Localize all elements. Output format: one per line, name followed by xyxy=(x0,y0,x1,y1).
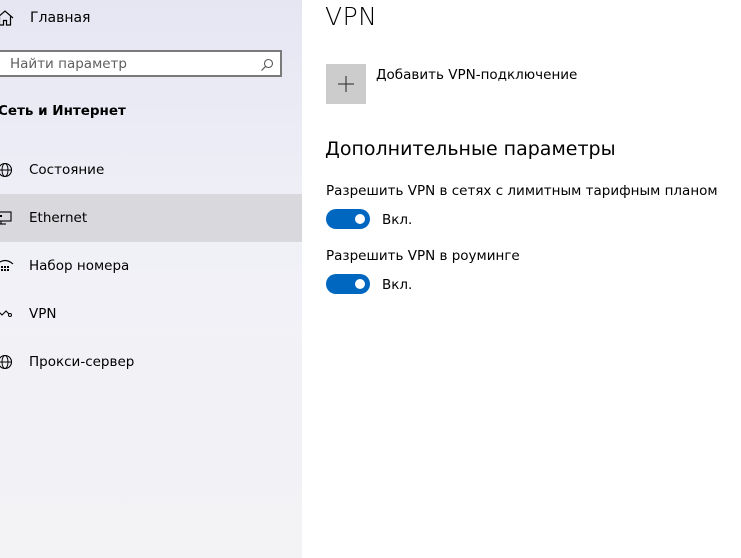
sidebar-item-ethernet[interactable]: Ethernet xyxy=(0,194,302,242)
roaming-toggle[interactable] xyxy=(326,274,370,294)
roaming-setting-label: Разрешить VPN в роуминге xyxy=(326,248,520,264)
advanced-options-title: Дополнительные параметры xyxy=(325,138,616,160)
search-box[interactable] xyxy=(0,50,282,77)
toggle-knob xyxy=(355,279,365,289)
sidebar-item-label: Набор номера xyxy=(29,258,130,274)
metered-setting-label: Разрешить VPN в сетях с лимитным тарифны… xyxy=(326,183,718,199)
page-title: VPN xyxy=(325,2,378,31)
ethernet-icon xyxy=(0,210,14,226)
sidebar-item-label: VPN xyxy=(29,306,57,322)
sidebar-item-label: Прокси-сервер xyxy=(29,354,135,370)
settings-window: Главная Сеть и Интернет Состояние xyxy=(0,0,741,558)
plus-icon xyxy=(338,76,354,92)
globe-icon xyxy=(0,354,14,370)
sidebar-home[interactable]: Главная xyxy=(0,0,302,36)
vpn-icon xyxy=(0,306,14,322)
search-input[interactable] xyxy=(10,52,260,75)
metered-toggle[interactable] xyxy=(326,209,370,229)
sidebar-item-dialup[interactable]: Набор номера xyxy=(0,242,302,290)
sidebar-home-label: Главная xyxy=(30,10,91,26)
toggle-knob xyxy=(355,214,365,224)
sidebar: Главная Сеть и Интернет Состояние xyxy=(0,0,302,558)
sidebar-item-label: Ethernet xyxy=(29,210,88,226)
sidebar-item-label: Состояние xyxy=(29,162,105,178)
home-icon xyxy=(0,10,14,26)
metered-toggle-state: Вкл. xyxy=(382,212,413,228)
search-icon[interactable] xyxy=(260,57,274,71)
sidebar-item-status[interactable]: Состояние xyxy=(0,146,302,194)
sidebar-item-proxy[interactable]: Прокси-сервер xyxy=(0,338,302,386)
roaming-toggle-state: Вкл. xyxy=(382,277,413,293)
globe-icon xyxy=(0,162,14,178)
sidebar-section-title: Сеть и Интернет xyxy=(0,103,126,119)
sidebar-item-vpn[interactable]: VPN xyxy=(0,290,302,338)
add-vpn-tile[interactable] xyxy=(326,64,366,104)
add-vpn-label: Добавить VPN-подключение xyxy=(376,67,578,83)
dialup-icon xyxy=(0,258,14,274)
add-vpn-button[interactable]: Добавить VPN-подключение xyxy=(326,64,626,104)
